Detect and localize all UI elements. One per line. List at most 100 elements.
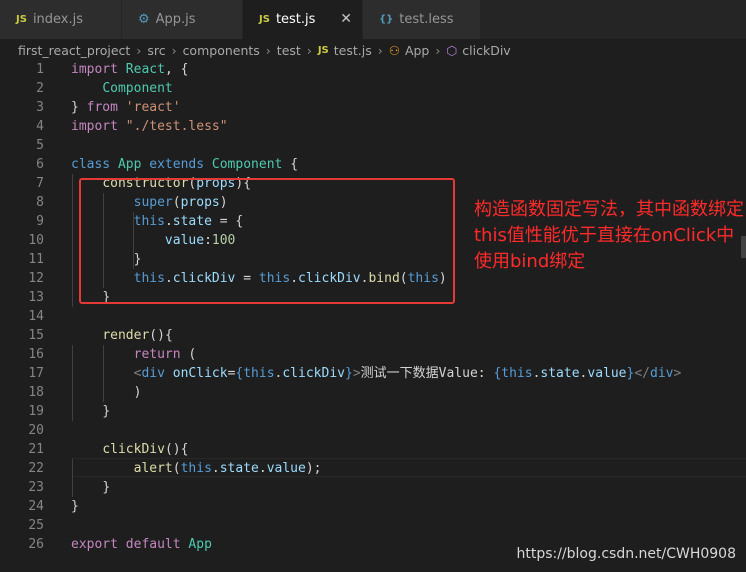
breadcrumb-item-project[interactable]: first_react_project xyxy=(18,43,130,58)
annotation-highlight-box xyxy=(79,178,455,304)
line-number: 3 xyxy=(36,100,44,115)
line-number: 26 xyxy=(28,537,44,552)
indent-guide xyxy=(72,459,73,497)
code-text: Component xyxy=(102,81,173,96)
tab-test-js[interactable]: JS test.js ✕ xyxy=(243,0,363,39)
tab-label: test.less xyxy=(399,12,454,27)
code-line[interactable]: 17 <div onClick={this.clickDiv}>测试一下数据Va… xyxy=(0,364,746,383)
breadcrumb-item-class[interactable]: ⚇ App xyxy=(389,43,430,58)
line-number: 12 xyxy=(28,271,44,286)
code-text: ) xyxy=(133,385,142,400)
breadcrumb-item-method[interactable]: ⬡ clickDiv xyxy=(446,43,510,58)
breadcrumb-file-label: test.js xyxy=(333,42,372,58)
line-number: 1 xyxy=(36,62,44,77)
line-number: 2 xyxy=(36,81,44,96)
code-text: render(){ xyxy=(102,328,173,343)
line-number: 19 xyxy=(28,404,44,419)
code-text: <div onClick={this.clickDiv}>测试一下数据Value… xyxy=(133,366,682,381)
breadcrumb-item-src[interactable]: src xyxy=(147,43,165,58)
chevron-right-icon: › xyxy=(377,42,383,58)
line-number: 18 xyxy=(28,385,44,400)
code-line[interactable]: 16 return ( xyxy=(0,345,746,364)
code-text: } from 'react' xyxy=(71,100,181,115)
line-number: 10 xyxy=(28,233,44,248)
method-cube-icon: ⬡ xyxy=(446,42,458,58)
less-file-icon: {} xyxy=(379,14,394,25)
code-line[interactable]: 18 ) xyxy=(0,383,746,402)
chevron-right-icon: › xyxy=(435,42,441,58)
line-number: 25 xyxy=(28,518,44,533)
line-number: 24 xyxy=(28,499,44,514)
line-number: 4 xyxy=(36,119,44,134)
annotation-note: 构造函数固定写法，其中函数绑定this值性能优于直接在onClick中使用bin… xyxy=(474,199,744,272)
code-line[interactable]: 23 } xyxy=(0,478,746,497)
breadcrumb-item-file[interactable]: JS test.js xyxy=(318,43,372,58)
line-number: 22 xyxy=(28,461,44,476)
tab-app-js[interactable]: ⚙ App.js xyxy=(122,0,243,39)
code-line[interactable]: 4 import "./test.less" xyxy=(0,117,746,136)
code-line[interactable]: 15 render(){ xyxy=(0,326,746,345)
line-number: 15 xyxy=(28,328,44,343)
code-editor[interactable]: 1 import React, { 2 Component 3 } from 'reac… xyxy=(0,61,746,572)
indent-guide xyxy=(72,174,73,307)
class-symbol-icon: ⚇ xyxy=(388,42,400,58)
javascript-file-icon: JS xyxy=(259,14,270,25)
code-text: class App extends Component { xyxy=(71,157,299,172)
code-line[interactable]: 25 xyxy=(0,516,746,535)
breadcrumb-item-test[interactable]: test xyxy=(277,43,301,58)
line-number: 21 xyxy=(28,442,44,457)
tab-label: index.js xyxy=(32,12,84,27)
chevron-right-icon: › xyxy=(136,42,142,58)
breadcrumb: first_react_project › src › components ›… xyxy=(0,39,746,61)
tab-bar: JS index.js ⚙ App.js JS test.js ✕ {} tes… xyxy=(0,0,746,39)
code-text: alert(this.state.value); xyxy=(133,461,322,476)
react-gear-icon: ⚙ xyxy=(138,12,150,27)
tab-label: App.js xyxy=(155,12,196,27)
javascript-file-icon: JS xyxy=(16,14,27,25)
code-line[interactable]: 2 Component xyxy=(0,79,746,98)
line-number: 11 xyxy=(28,252,44,267)
code-line[interactable]: 6 class App extends Component { xyxy=(0,155,746,174)
line-number: 16 xyxy=(28,347,44,362)
code-line[interactable]: 19 } xyxy=(0,402,746,421)
code-text: } xyxy=(102,404,111,419)
code-text: } xyxy=(71,499,79,514)
code-line[interactable]: 1 import React, { xyxy=(0,60,746,79)
javascript-file-icon: JS xyxy=(317,44,329,56)
line-number: 9 xyxy=(36,214,44,229)
chevron-right-icon: › xyxy=(171,42,177,58)
chevron-right-icon: › xyxy=(306,42,312,58)
code-text: } xyxy=(102,480,111,495)
close-icon[interactable]: ✕ xyxy=(340,11,352,27)
chevron-right-icon: › xyxy=(265,42,271,58)
code-text: clickDiv(){ xyxy=(102,442,189,457)
code-line[interactable]: 14 xyxy=(0,307,746,326)
tab-label: test.js xyxy=(275,12,316,27)
code-line[interactable]: 22 alert(this.state.value); xyxy=(0,459,746,478)
indent-guide xyxy=(102,345,104,402)
indent-guide xyxy=(72,345,73,421)
line-number: 20 xyxy=(28,423,44,438)
scrollbar-marker[interactable] xyxy=(741,236,746,258)
code-line[interactable]: 5 xyxy=(0,136,746,155)
code-text: import "./test.less" xyxy=(71,119,228,134)
watermark: https://blog.csdn.net/CWH0908 xyxy=(516,546,736,562)
code-line[interactable]: 21 clickDiv(){ xyxy=(0,440,746,459)
line-number: 17 xyxy=(28,366,44,381)
code-text: import React, { xyxy=(71,62,189,77)
code-line[interactable]: 20 xyxy=(0,421,746,440)
tab-test-less[interactable]: {} test.less xyxy=(363,0,481,39)
tab-index-js[interactable]: JS index.js xyxy=(0,0,122,39)
code-line[interactable]: 3 } from 'react' xyxy=(0,98,746,117)
breadcrumb-method-label: clickDiv xyxy=(462,42,511,58)
code-text: export default App xyxy=(71,537,212,552)
code-line[interactable]: 24} xyxy=(0,497,746,516)
breadcrumb-item-components[interactable]: components xyxy=(183,43,260,58)
line-number: 13 xyxy=(28,290,44,305)
line-number: 7 xyxy=(36,176,44,191)
line-number: 5 xyxy=(36,138,44,153)
breadcrumb-class-label: App xyxy=(404,42,430,58)
line-number: 6 xyxy=(36,157,44,172)
line-number: 8 xyxy=(36,195,44,210)
line-number: 14 xyxy=(28,309,44,324)
